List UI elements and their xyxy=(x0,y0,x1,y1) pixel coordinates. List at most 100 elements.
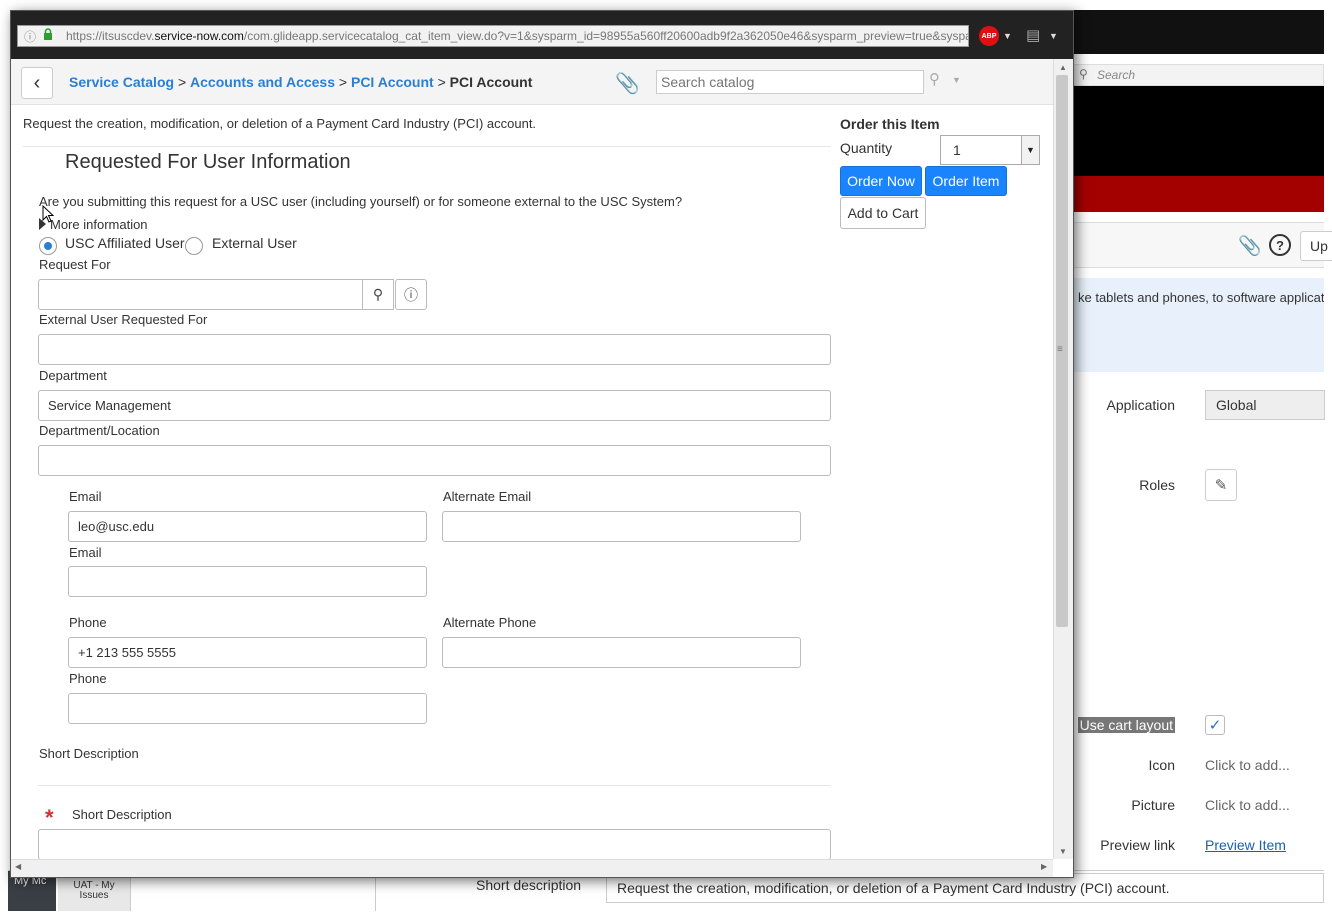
add-to-cart-button[interactable]: Add to Cart xyxy=(840,197,926,229)
background-toolbar: 📎 ? Up xyxy=(1066,222,1332,268)
search-dropdown-icon[interactable]: ▼ xyxy=(952,75,961,85)
url-prefix: https://itsuscdev. xyxy=(66,29,155,43)
more-information-toggle[interactable]: More information xyxy=(39,217,148,232)
phone-label: Phone xyxy=(69,615,107,630)
url-field[interactable]: ⓘ https://itsuscdev.service-now.com/com.… xyxy=(17,25,969,47)
browser-address-bar: ⓘ https://itsuscdev.service-now.com/com.… xyxy=(11,11,1073,59)
search-icon: ⚲ xyxy=(1079,67,1088,81)
department-label: Department xyxy=(39,368,107,383)
scroll-left-icon[interactable]: ◀ xyxy=(15,862,21,871)
pencil-icon: ✎ xyxy=(1214,477,1228,494)
divider xyxy=(38,785,831,786)
roles-label: Roles xyxy=(1139,477,1175,493)
short-description-heading: Short Description xyxy=(39,746,139,761)
extension-icon[interactable]: ▤ xyxy=(1026,26,1046,46)
roles-edit-button[interactable]: ✎ xyxy=(1205,469,1237,501)
catalog-header: ‹ Service Catalog > Accounts and Access … xyxy=(11,59,1053,105)
picture-label: Picture xyxy=(1131,797,1175,813)
background-red-bar xyxy=(1066,176,1324,212)
crumb-accounts-access[interactable]: Accounts and Access xyxy=(190,74,335,90)
radio-usc-affiliated-label[interactable]: USC Affiliated User xyxy=(65,235,185,251)
quantity-label: Quantity xyxy=(840,140,893,156)
application-select[interactable]: Global xyxy=(1205,390,1325,420)
lock-icon xyxy=(43,28,53,40)
back-button[interactable]: ‹ xyxy=(21,67,53,99)
chevron-down-icon[interactable]: ▼ xyxy=(1021,136,1039,164)
request-for-label: Request For xyxy=(39,257,111,272)
background-search-placeholder: Search xyxy=(1097,68,1136,82)
requester-question: Are you submitting this request for a US… xyxy=(39,194,683,209)
short-description-input[interactable] xyxy=(38,829,831,859)
divider xyxy=(23,146,831,147)
use-cart-checkbox[interactable]: ✓ xyxy=(1205,715,1225,735)
picture-click-to-add[interactable]: Click to add... xyxy=(1205,797,1290,813)
request-for-input[interactable] xyxy=(38,279,363,310)
alternate-email-input[interactable] xyxy=(442,511,801,542)
section-title: Requested For User Information xyxy=(65,151,351,173)
phone2-input[interactable] xyxy=(68,693,427,724)
icon-click-to-add[interactable]: Click to add... xyxy=(1205,757,1290,773)
paperclip-icon[interactable]: 📎 xyxy=(1238,234,1262,258)
catalog-popup-window: ⓘ https://itsuscdev.service-now.com/com.… xyxy=(10,10,1074,878)
radio-external-user[interactable] xyxy=(185,237,203,255)
url-path: /com.glideapp.servicecatalog_cat_item_vi… xyxy=(243,29,969,43)
department-location-label: Department/Location xyxy=(39,423,160,438)
alternate-phone-label: Alternate Phone xyxy=(443,615,537,630)
adblock-dropdown-icon[interactable]: ▼ xyxy=(1003,31,1012,41)
email2-input[interactable] xyxy=(68,566,427,597)
background-info-text: ke tablets and phones, to software appli… xyxy=(1078,290,1324,305)
phone2-label: Phone xyxy=(69,671,107,686)
email-input[interactable]: leo@usc.edu xyxy=(68,511,427,542)
scroll-right-icon[interactable]: ▶ xyxy=(1041,862,1047,871)
background-banner xyxy=(1066,86,1324,176)
update-button[interactable]: Up xyxy=(1300,231,1332,261)
horizontal-scrollbar[interactable] xyxy=(11,859,1053,877)
order-now-button[interactable]: Order Now xyxy=(840,166,922,196)
item-description: Request the creation, modification, or d… xyxy=(23,116,537,131)
required-asterisk-icon: * xyxy=(45,805,54,830)
checkmark-icon: ✓ xyxy=(1208,717,1222,734)
phone-input[interactable]: +1 213 555 5555 xyxy=(68,637,427,668)
radio-external-user-label[interactable]: External User xyxy=(212,235,297,251)
extension-dropdown-icon[interactable]: ▼ xyxy=(1049,31,1058,41)
scroll-down-icon[interactable]: ▼ xyxy=(1059,847,1067,856)
request-for-lookup-button[interactable]: ⚲ xyxy=(362,279,394,310)
icon-label: Icon xyxy=(1148,757,1175,773)
info-icon[interactable]: ⓘ xyxy=(24,28,36,45)
radio-usc-affiliated[interactable] xyxy=(39,237,57,255)
background-search-input[interactable]: ⚲ Search xyxy=(1072,64,1324,86)
paperclip-icon[interactable]: 📎 xyxy=(615,71,640,96)
use-cart-label: Use cart layout xyxy=(1065,717,1175,733)
info-icon: ⓘ xyxy=(404,286,418,303)
search-catalog-input[interactable] xyxy=(656,70,924,94)
department-input[interactable]: Service Management xyxy=(38,390,831,421)
request-for-info-button[interactable]: ⓘ xyxy=(395,279,427,310)
crumb-pci-account[interactable]: PCI Account xyxy=(351,74,434,90)
scroll-up-icon[interactable]: ▲ xyxy=(1059,63,1067,72)
order-item-button[interactable]: Order Item xyxy=(925,166,1007,196)
external-user-input[interactable] xyxy=(38,334,831,365)
crumb-separator: > xyxy=(177,74,187,90)
scroll-grip-icon: ≡ xyxy=(1057,344,1063,355)
crumb-service-catalog[interactable]: Service Catalog xyxy=(69,74,174,90)
short-description-label: Short Description xyxy=(72,807,172,822)
mouse-cursor-icon xyxy=(42,205,54,223)
search-icon: ⚲ xyxy=(372,286,384,302)
crumb-separator: > xyxy=(338,74,348,90)
order-panel-title: Order this Item xyxy=(840,116,940,132)
department-location-input[interactable] xyxy=(38,445,831,476)
help-icon[interactable]: ? xyxy=(1269,234,1291,256)
url-host: service-now.com xyxy=(154,29,244,43)
page-content: ‹ Service Catalog > Accounts and Access … xyxy=(11,59,1053,859)
crumb-current: PCI Account xyxy=(449,74,533,90)
crumb-separator: > xyxy=(437,74,446,90)
preview-item-link[interactable]: Preview Item xyxy=(1205,837,1286,853)
adblock-icon[interactable]: ABP xyxy=(979,26,999,46)
external-user-label: External User Requested For xyxy=(39,312,208,327)
background-info-panel: ke tablets and phones, to software appli… xyxy=(1072,278,1324,372)
email2-label: Email xyxy=(69,545,102,560)
search-icon[interactable]: ⚲ xyxy=(929,70,940,88)
background-topbar xyxy=(1066,10,1324,54)
alternate-phone-input[interactable] xyxy=(442,637,801,668)
chevron-left-icon: ‹ xyxy=(33,71,41,94)
